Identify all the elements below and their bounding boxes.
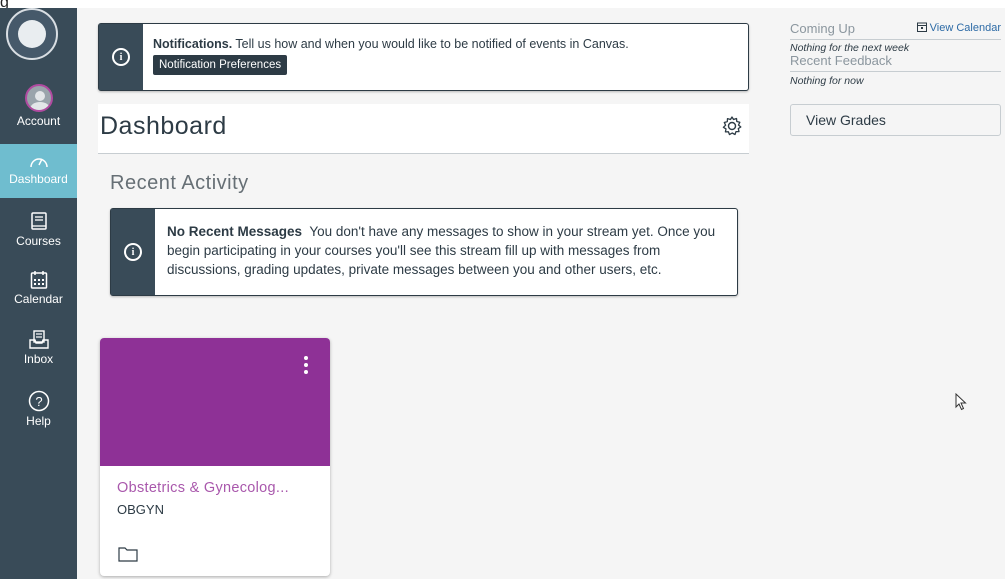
university-logo[interactable]	[6, 8, 58, 60]
gear-icon[interactable]	[721, 115, 743, 137]
nav-courses[interactable]: Courses	[0, 212, 77, 262]
recent-feedback-header: Recent Feedback	[790, 52, 1001, 72]
book-icon	[30, 212, 47, 230]
inbox-icon	[28, 330, 49, 349]
mouse-cursor-icon	[955, 393, 967, 411]
calendar-icon	[916, 22, 927, 32]
nav-account-label: Account	[16, 114, 61, 128]
course-card-name[interactable]: Obstetrics & Gynecolog...	[117, 480, 289, 496]
view-grades-button[interactable]: View Grades	[790, 104, 1001, 136]
view-calendar-link[interactable]: View Calendar	[916, 22, 1001, 34]
course-card[interactable]: Obstetrics & Gynecolog... OBGYN	[100, 338, 330, 576]
nav-calendar-label: Calendar	[14, 292, 63, 306]
feedback-empty: Nothing for now	[790, 75, 864, 87]
nav-dashboard[interactable]: Dashboard	[0, 144, 77, 198]
notification-title: Notifications.	[153, 37, 233, 51]
course-card-hero[interactable]	[100, 338, 330, 466]
notification-text: Tell us how and when you would like to b…	[235, 37, 629, 51]
info-icon: i	[112, 48, 130, 66]
info-icon: i	[124, 243, 142, 261]
nav-dashboard-label: Dashboard	[9, 172, 68, 186]
dashboard-header: Dashboard	[98, 104, 749, 154]
nav-inbox-label: Inbox	[23, 352, 54, 366]
view-calendar-label: View Calendar	[929, 22, 1001, 34]
folder-icon[interactable]	[118, 546, 138, 562]
nav-help[interactable]: ? Help	[0, 390, 77, 440]
nav-courses-label: Courses	[16, 234, 61, 248]
no-messages-alert: i No Recent Messages You don't have any …	[110, 208, 738, 296]
recent-activity-title: Recent Activity	[110, 172, 249, 194]
no-messages-title: No Recent Messages	[167, 224, 303, 239]
nav-inbox[interactable]: Inbox	[0, 330, 77, 380]
notification-alert-side: i	[99, 24, 143, 90]
coming-up-header: Coming Up View Calendar	[790, 20, 1001, 40]
speedometer-icon	[29, 158, 48, 168]
no-messages-alert-side: i	[111, 209, 155, 295]
nav-account[interactable]: Account	[0, 84, 77, 140]
kebab-menu-icon[interactable]	[304, 356, 310, 377]
nav-help-label: Help	[26, 414, 51, 428]
notification-alert: i Notifications. Tell us how and when yo…	[98, 23, 749, 91]
page-title: Dashboard	[100, 112, 227, 140]
avatar-icon	[24, 84, 53, 112]
calendar-icon	[30, 271, 47, 289]
nav-calendar[interactable]: Calendar	[0, 270, 77, 320]
top-strip: g	[0, 0, 1005, 11]
svg-text:?: ?	[35, 394, 42, 409]
right-sidebar: Coming Up View Calendar Nothing for the …	[790, 20, 1001, 136]
course-card-code: OBGYN	[117, 502, 164, 517]
notification-preferences-button[interactable]: Notification Preferences	[153, 55, 288, 75]
help-icon: ?	[28, 390, 49, 412]
global-nav: Account Dashboard Courses Calendar Inbox…	[0, 8, 77, 579]
coming-up-title: Coming Up	[790, 21, 856, 36]
recent-feedback-title: Recent Feedback	[790, 53, 892, 68]
